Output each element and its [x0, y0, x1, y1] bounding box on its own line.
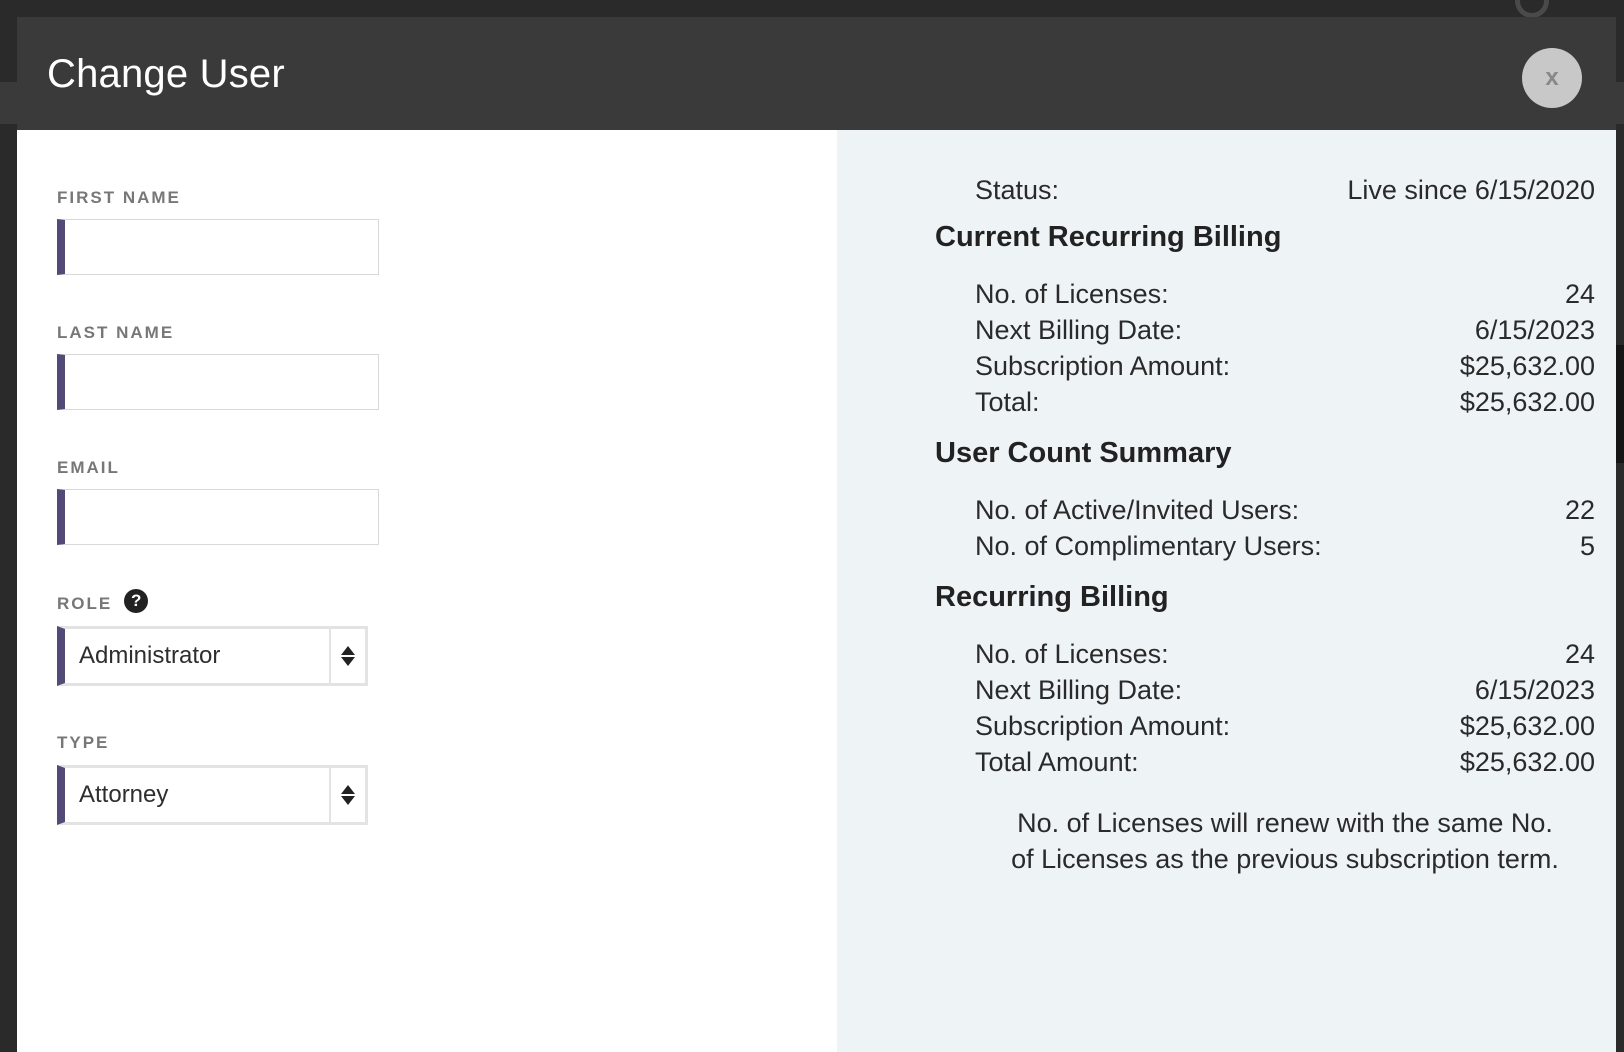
- role-label-row: ROLE ?: [57, 589, 368, 615]
- type-select[interactable]: Attorney: [57, 765, 368, 825]
- info-row: Next Billing Date: 6/15/2023: [975, 673, 1595, 707]
- info-row-value: $25,632.00: [1459, 746, 1595, 777]
- last-name-label: LAST NAME: [57, 323, 175, 342]
- role-label: ROLE: [57, 594, 113, 613]
- info-row-label: Total Amount:: [975, 746, 1139, 777]
- first-name-input[interactable]: [57, 219, 379, 275]
- billing-info-panel: Status: Live since 6/15/2020 Current Rec…: [837, 130, 1616, 1052]
- user-form: FIRST NAME LAST NAME EMAIL ROLE ? Admini…: [17, 130, 837, 1052]
- info-row: No. of Active/Invited Users: 22: [975, 493, 1595, 527]
- status-row: Status: Live since 6/15/2020: [975, 173, 1595, 207]
- status-label: Status:: [975, 174, 1060, 205]
- last-name-field: LAST NAME: [57, 322, 379, 410]
- email-field: EMAIL: [57, 457, 379, 545]
- info-row-value: 24: [1564, 278, 1595, 309]
- recurring-billing-heading: Recurring Billing: [935, 581, 1169, 613]
- info-row: Total: $25,632.00: [975, 385, 1595, 419]
- info-row: Next Billing Date: 6/15/2023: [975, 313, 1595, 347]
- info-row-value: 22: [1564, 494, 1595, 525]
- info-row-label: Next Billing Date:: [975, 314, 1183, 345]
- arrow-up-icon: [341, 785, 355, 794]
- change-user-modal: Change User x FIRST NAME LAST NAME EMAIL…: [17, 17, 1616, 1052]
- arrow-down-icon: [341, 796, 355, 805]
- help-icon[interactable]: ?: [124, 589, 149, 613]
- renewal-note-line: of Licenses as the previous subscription…: [1011, 844, 1559, 874]
- info-row-value: 24: [1564, 638, 1595, 669]
- modal-header: Change User x: [17, 17, 1616, 130]
- backdrop-user-icon: [1515, 0, 1549, 18]
- role-select[interactable]: Administrator: [57, 626, 368, 686]
- first-name-label: FIRST NAME: [57, 188, 181, 207]
- info-row: No. of Complimentary Users: 5: [975, 529, 1595, 563]
- info-row-value: 6/15/2023: [1474, 314, 1595, 345]
- info-row: No. of Licenses: 24: [975, 637, 1595, 671]
- info-row: Subscription Amount: $25,632.00: [975, 349, 1595, 383]
- current-billing-heading: Current Recurring Billing: [935, 221, 1282, 253]
- email-input[interactable]: [57, 489, 379, 545]
- info-row: No. of Licenses: 24: [975, 277, 1595, 311]
- role-select-value: Administrator: [79, 642, 221, 669]
- info-row-value: 5: [1579, 530, 1595, 561]
- info-row-label: Next Billing Date:: [975, 674, 1183, 705]
- info-row-label: No. of Licenses:: [975, 278, 1169, 309]
- info-row-value: $25,632.00: [1459, 350, 1595, 381]
- info-row: Total Amount: $25,632.00: [975, 745, 1595, 779]
- info-row-label: No. of Active/Invited Users:: [975, 494, 1300, 525]
- info-row-value: $25,632.00: [1459, 386, 1595, 417]
- user-count-heading: User Count Summary: [935, 437, 1232, 469]
- type-label: TYPE: [57, 733, 110, 752]
- close-button[interactable]: x: [1522, 48, 1582, 108]
- modal-title: Change User: [47, 52, 285, 96]
- info-row-label: No. of Complimentary Users:: [975, 530, 1322, 561]
- select-arrows-icon: [329, 629, 365, 683]
- info-row-value: $25,632.00: [1459, 710, 1595, 741]
- first-name-field: FIRST NAME: [57, 187, 379, 275]
- backdrop-edge: [1615, 345, 1624, 463]
- info-row-label: Total:: [975, 386, 1040, 417]
- arrow-up-icon: [341, 646, 355, 655]
- status-value: Live since 6/15/2020: [1347, 174, 1595, 205]
- info-row-label: No. of Licenses:: [975, 638, 1169, 669]
- role-field: ROLE ? Administrator: [57, 589, 368, 686]
- type-field: TYPE Attorney: [57, 732, 368, 825]
- renewal-note: No. of Licenses will renew with the same…: [955, 805, 1615, 877]
- info-row-value: 6/15/2023: [1474, 674, 1595, 705]
- last-name-input[interactable]: [57, 354, 379, 410]
- type-select-value: Attorney: [79, 781, 169, 808]
- arrow-down-icon: [341, 657, 355, 666]
- renewal-note-line: No. of Licenses will renew with the same…: [1017, 808, 1553, 838]
- info-row: Subscription Amount: $25,632.00: [975, 709, 1595, 743]
- select-arrows-icon: [329, 768, 365, 822]
- email-label: EMAIL: [57, 458, 120, 477]
- info-row-label: Subscription Amount:: [975, 350, 1231, 381]
- info-row-label: Subscription Amount:: [975, 710, 1231, 741]
